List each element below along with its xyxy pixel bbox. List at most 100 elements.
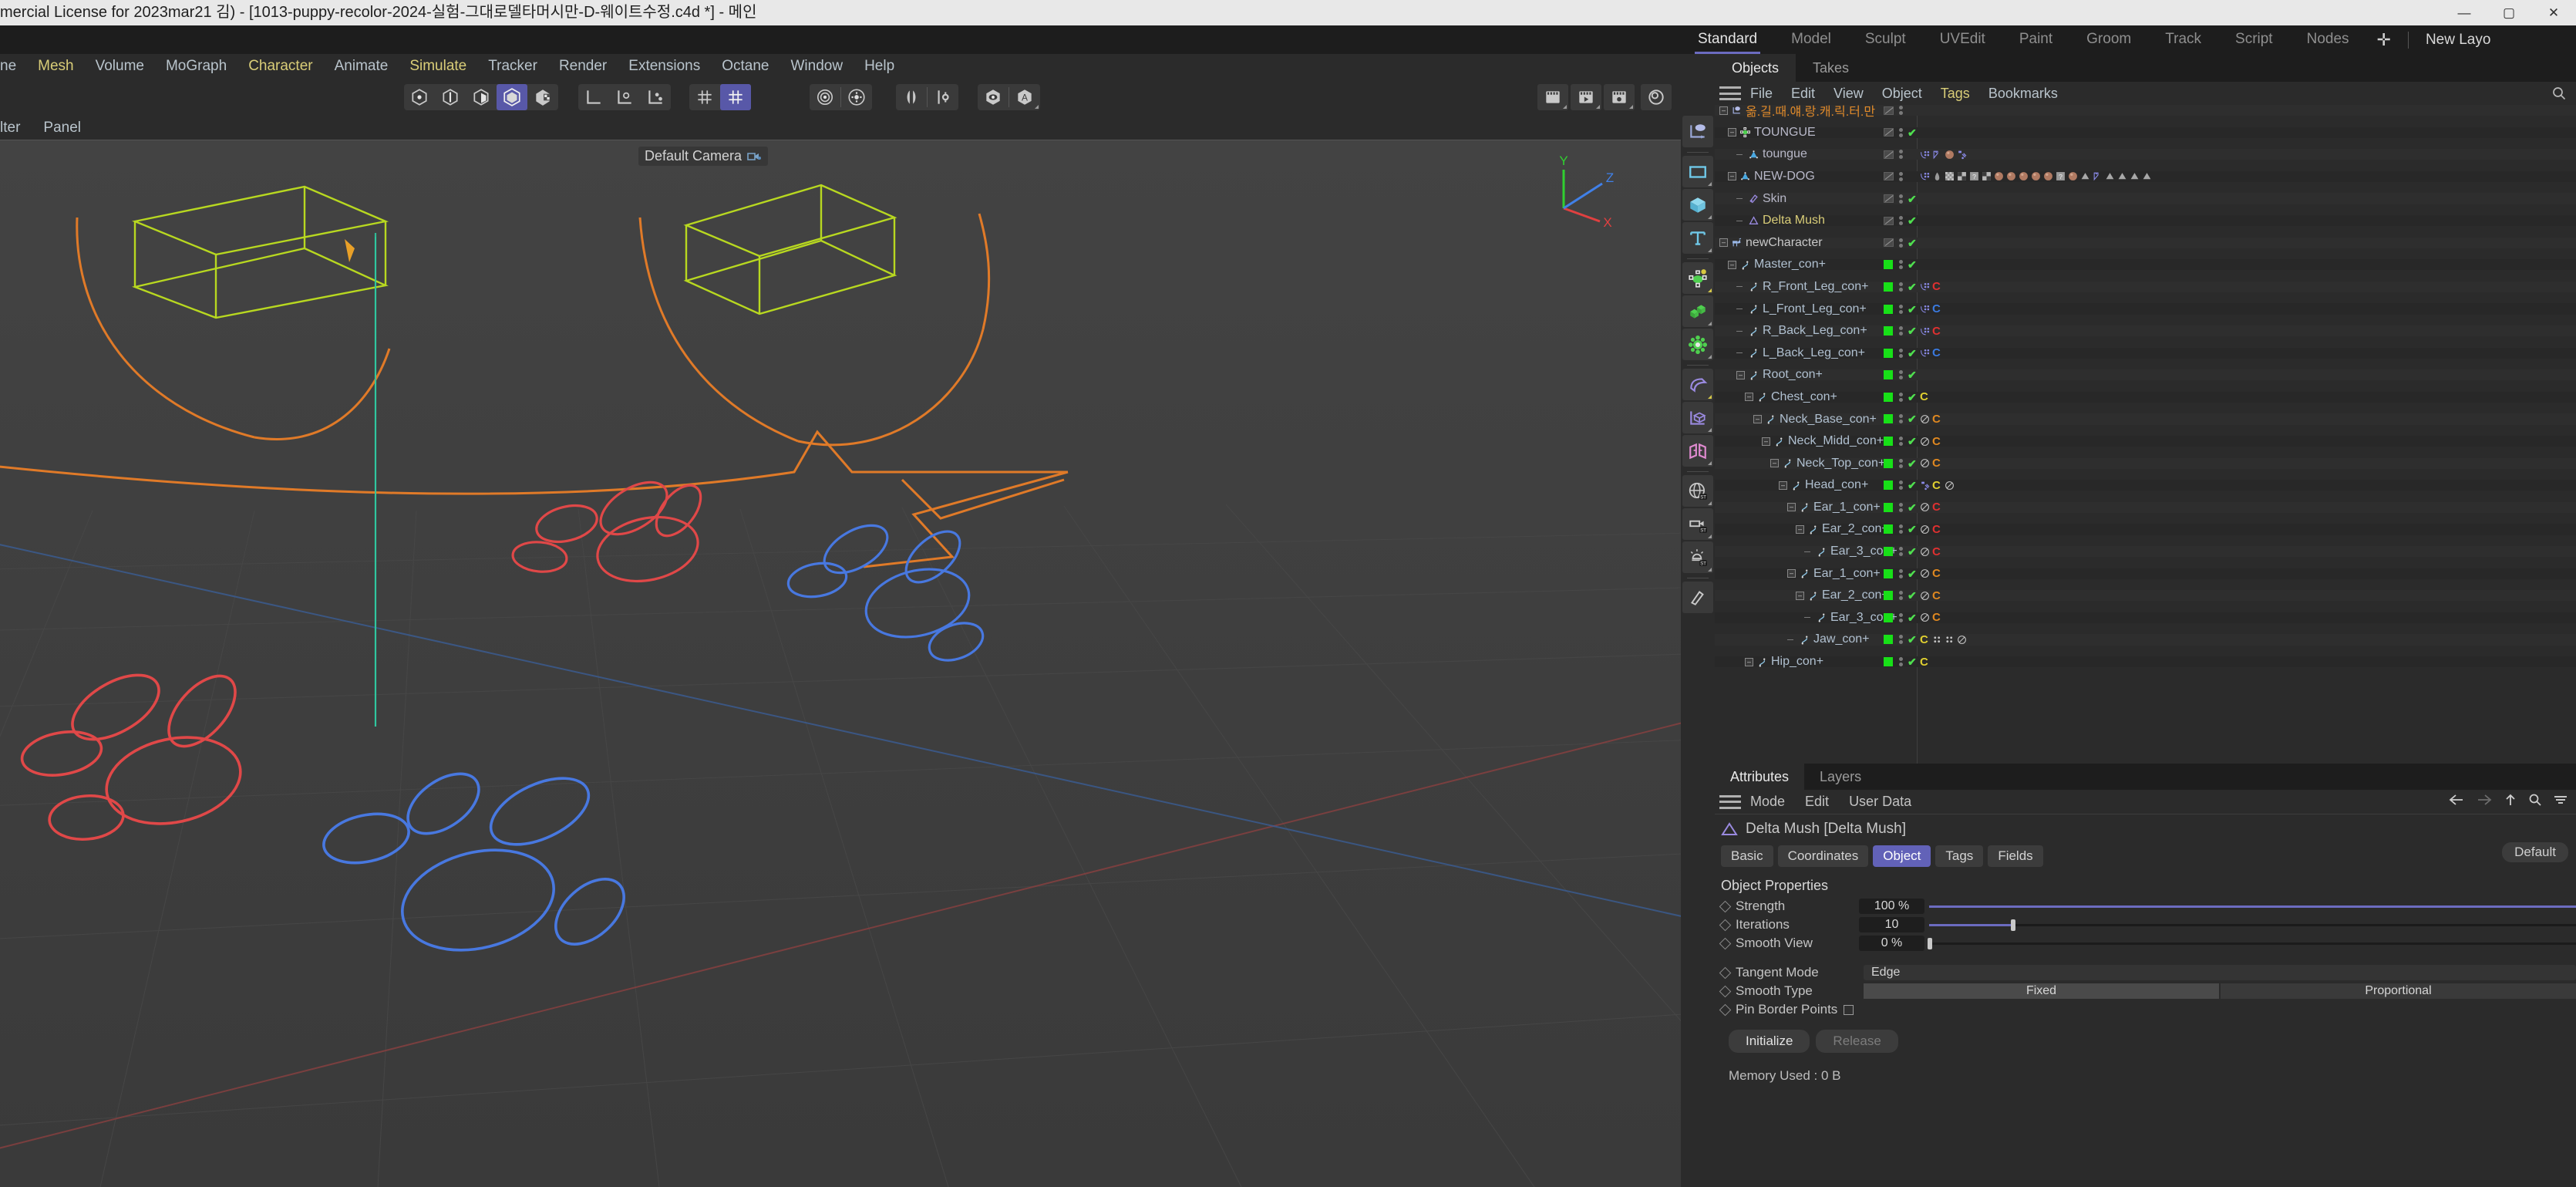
object-tree-row[interactable]: L_Front_Leg_con+ ✔ C [1715, 302, 2576, 315]
tag-checker-tag[interactable] [1982, 171, 1992, 181]
render-visibility-dot[interactable] [1898, 508, 1903, 512]
object-row-edit-column[interactable] [1884, 524, 1894, 534]
menu-item-tracker[interactable]: Tracker [488, 58, 537, 75]
close-button[interactable]: ✕ [2531, 0, 2576, 25]
menu-item-mograph[interactable]: MoGraph [166, 58, 227, 75]
layer-color-swatch[interactable] [1884, 370, 1893, 380]
smooth-view-value[interactable]: 0 % [1859, 936, 1924, 951]
edit-mode-icon[interactable] [1884, 150, 1894, 159]
editor-visibility-dot[interactable] [1898, 612, 1903, 617]
prop-tab-basic[interactable]: Basic [1721, 845, 1773, 867]
layout-tab-paint[interactable]: Paint [2019, 25, 2052, 54]
enabled-checkmark-icon[interactable]: ✔ [1908, 325, 1917, 336]
tag-protect-tag[interactable] [1920, 524, 1930, 534]
symmetry-settings-icon[interactable] [928, 84, 958, 110]
animate-diamond-icon[interactable] [1719, 937, 1732, 949]
visibility-dots[interactable] [1897, 105, 1904, 116]
expander-collapse-icon[interactable]: – [1753, 415, 1762, 423]
tag-coordinate-yellow[interactable]: C [1920, 390, 1930, 403]
default-button[interactable]: Default [2502, 842, 2568, 862]
tag-protect-tag[interactable] [1920, 591, 1930, 601]
object-tree-row[interactable]: – Master_con+ ✔ [1715, 258, 2576, 271]
editor-visibility-dot[interactable] [1898, 437, 1903, 441]
tag-material-tag[interactable] [2068, 171, 2078, 181]
enabled-checkmark-icon[interactable]: ✔ [1908, 282, 1917, 292]
expander-collapse-icon[interactable]: – [1736, 370, 1745, 379]
layer-color-swatch[interactable] [1884, 414, 1893, 424]
menu-item-octane[interactable]: Octane [722, 58, 769, 75]
object-tree-row[interactable]: – Head_con+ ✔ C [1715, 478, 2576, 492]
render-visibility-dot[interactable] [1898, 442, 1903, 447]
object-tree-row[interactable]: – Ear_2_con+ ✔ C [1715, 588, 2576, 602]
editor-visibility-dot[interactable] [1898, 238, 1903, 242]
object-row-edit-column[interactable] [1884, 546, 1894, 557]
render-visibility-dot[interactable] [1898, 199, 1903, 204]
tag-coordinate-yellow[interactable]: C [1920, 633, 1930, 646]
model-mode-icon[interactable] [497, 84, 527, 110]
object-axis-mode-icon[interactable] [527, 84, 558, 110]
stage-object-icon[interactable]: ST [1682, 508, 1713, 540]
edit-mode-icon[interactable] [1884, 216, 1894, 225]
visibility-dots[interactable] [1897, 282, 1904, 292]
layer-color-swatch[interactable] [1884, 392, 1893, 402]
layer-color-swatch[interactable] [1884, 348, 1893, 358]
expander-collapse-icon[interactable]: – [1719, 238, 1728, 248]
plane-primitive-icon[interactable] [1682, 156, 1713, 187]
render-visibility-dot[interactable] [1898, 221, 1903, 226]
tag-material-tag[interactable] [2019, 171, 2029, 181]
layout-tab-nodes[interactable]: Nodes [2307, 25, 2349, 54]
visibility-dots[interactable] [1897, 634, 1904, 645]
enabled-checkmark-icon[interactable]: ✔ [1908, 413, 1917, 424]
render-settings-icon[interactable] [1604, 84, 1635, 110]
prop-tab-object[interactable]: Object [1873, 845, 1931, 867]
tag-coordinate-red[interactable]: C [1932, 280, 1942, 293]
object-row-edit-column[interactable] [1884, 149, 1894, 160]
material-editor-icon[interactable] [1682, 582, 1713, 613]
tag-material-tag[interactable] [2031, 171, 2041, 181]
tag-coordinate-red[interactable]: C [1932, 545, 1942, 558]
render-visibility-dot[interactable] [1898, 596, 1903, 601]
tag-protect-tag[interactable] [1920, 414, 1930, 424]
tag-protect-tag[interactable] [1920, 458, 1930, 468]
editor-visibility-dot[interactable] [1898, 127, 1903, 132]
object-row-edit-column[interactable] [1884, 656, 1894, 667]
tag-delta-mush-tag[interactable] [2105, 171, 2115, 181]
prop-tab-coordinates[interactable]: Coordinates [1777, 845, 1869, 867]
render-view-icon[interactable] [1537, 84, 1568, 110]
expander-collapse-icon[interactable]: – [1728, 128, 1736, 137]
object-row-edit-column[interactable] [1884, 303, 1894, 314]
layer-color-swatch[interactable] [1884, 481, 1893, 491]
enabled-checkmark-icon[interactable]: ✔ [1908, 590, 1917, 601]
editor-visibility-dot[interactable] [1898, 150, 1903, 154]
visibility-dots[interactable] [1897, 392, 1904, 403]
smooth-view-slider[interactable] [1928, 936, 2576, 951]
layer-color-swatch[interactable] [1884, 612, 1893, 622]
tag-xpresso-tag[interactable] [1920, 348, 1930, 358]
object-tree-row[interactable]: – newCharacter ✔ [1715, 236, 2576, 249]
iterations-value[interactable]: 10 [1859, 917, 1924, 932]
coordinate-system-icon[interactable] [1682, 402, 1713, 433]
object-tree-row[interactable]: – TOUNGUE ✔ [1715, 126, 2576, 139]
workplane-icon[interactable] [810, 84, 840, 110]
visibility-dots[interactable] [1897, 149, 1904, 160]
search-icon[interactable] [2528, 793, 2542, 811]
visibility-dots[interactable] [1897, 436, 1904, 447]
object-tree-row[interactable]: R_Back_Leg_con+ ✔ C [1715, 324, 2576, 338]
menu-item-animate[interactable]: Animate [335, 58, 389, 75]
tag-coordinate-blue[interactable]: C [1932, 346, 1942, 359]
tag-coordinate-orange[interactable]: C [1932, 567, 1942, 580]
layer-color-swatch[interactable] [1884, 502, 1893, 512]
snap-settings-icon[interactable] [720, 84, 751, 110]
object-manager-hamburger-icon[interactable] [1719, 86, 1741, 100]
tag-constraint-tag[interactable] [1932, 635, 1942, 645]
visibility-dots[interactable] [1897, 656, 1904, 667]
om-menu-file[interactable]: File [1750, 86, 1773, 102]
tag-xpresso-tag[interactable] [1920, 282, 1930, 292]
om-menu-tags[interactable]: Tags [1941, 86, 1970, 102]
expander-collapse-icon[interactable]: – [1796, 591, 1804, 600]
tag-protect-tag[interactable] [1957, 635, 1967, 645]
menu-item-character[interactable]: Character [248, 58, 312, 75]
layout-tab-groom[interactable]: Groom [2086, 25, 2131, 54]
visibility-dots[interactable] [1897, 480, 1904, 491]
attributes-menu-user-data[interactable]: User Data [1849, 794, 1911, 810]
